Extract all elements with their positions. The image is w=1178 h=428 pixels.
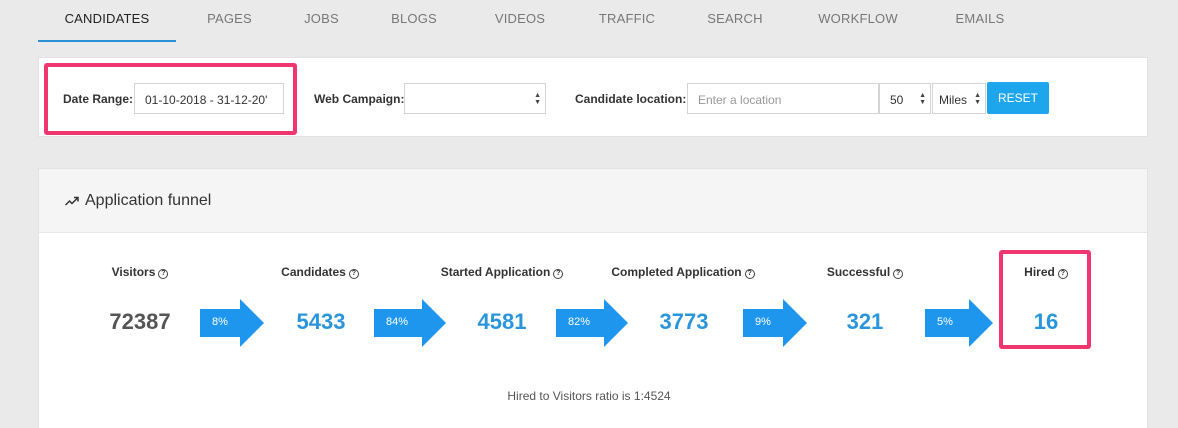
conversion-arrow: 8% <box>200 299 264 347</box>
arrow-right-icon <box>556 299 628 347</box>
conversion-arrow: 9% <box>743 299 807 347</box>
unit-value: Miles <box>939 93 968 107</box>
stage-value-completed-application: 3773 <box>659 309 709 334</box>
date-range-input[interactable]: 01-10-2018 - 31-12-20' <box>134 83 284 114</box>
stage-started-application: Started Application? <box>422 263 582 281</box>
top-nav-tabs: CANDIDATES PAGES JOBS BLOGS VIDEOS TRAFF… <box>38 0 1032 42</box>
conversion-arrow: 5% <box>925 299 993 347</box>
stage-candidates: Candidates? <box>240 263 400 281</box>
stage-label: Visitors <box>111 265 156 279</box>
tab-traffic[interactable]: TRAFFIC <box>572 0 682 42</box>
conversion-rate: 9% <box>755 316 771 328</box>
candidate-location-label: Candidate location: <box>575 92 687 106</box>
web-campaign-select[interactable]: ▲ ▼ <box>404 83 546 114</box>
select-arrows-icon: ▲ ▼ <box>919 92 926 106</box>
radius-value: 50 <box>890 93 904 107</box>
radius-select[interactable]: 50 ▲ ▼ <box>879 83 931 114</box>
date-range-label: Date Range: <box>63 92 134 106</box>
hired-visitors-ratio: Hired to Visitors ratio is 1:4524 <box>0 389 1178 403</box>
tab-jobs[interactable]: JOBS <box>283 0 360 42</box>
stage-label: Hired <box>1024 265 1055 279</box>
stage-label: Candidates <box>281 265 346 279</box>
ratio-text: Hired to Visitors ratio is <box>507 389 631 403</box>
panel-title: Application funnel <box>85 191 212 209</box>
tab-blogs[interactable]: BLOGS <box>360 0 468 42</box>
conversion-arrow: 84% <box>374 299 446 347</box>
help-icon[interactable]: ? <box>744 269 755 279</box>
help-icon[interactable]: ? <box>553 269 564 279</box>
conversion-rate: 5% <box>937 316 953 328</box>
help-icon[interactable]: ? <box>158 269 169 279</box>
help-icon[interactable]: ? <box>893 269 904 279</box>
trend-up-icon <box>65 196 79 206</box>
ratio-value: 1:4524 <box>633 389 671 403</box>
tab-emails[interactable]: EMAILS <box>928 0 1032 42</box>
tab-candidates[interactable]: CANDIDATES <box>38 0 176 42</box>
filter-bar: Date Range: 01-10-2018 - 31-12-20' Web C… <box>38 57 1148 137</box>
stage-value-successful: 321 <box>846 309 884 334</box>
arrow-right-icon <box>925 299 993 347</box>
stage-label: Started Application <box>440 265 551 279</box>
stage-label: Successful <box>826 265 891 279</box>
web-campaign-label: Web Campaign: <box>314 92 405 106</box>
arrow-right-icon <box>374 299 446 347</box>
reset-button[interactable]: RESET <box>987 82 1049 114</box>
unit-select[interactable]: Miles ▲ ▼ <box>932 83 986 114</box>
stage-value-visitors: 72387 <box>109 309 171 334</box>
conversion-arrow: 82% <box>556 299 628 347</box>
tab-workflow[interactable]: WORKFLOW <box>788 0 928 42</box>
select-arrows-icon: ▲ ▼ <box>974 92 981 106</box>
location-input[interactable]: Enter a location <box>687 83 879 114</box>
stage-label: Completed Application <box>611 265 742 279</box>
select-arrows-icon: ▲ ▼ <box>534 92 541 106</box>
arrow-right-icon <box>200 299 264 347</box>
stage-successful: Successful? <box>785 263 945 281</box>
arrow-right-icon <box>743 299 807 347</box>
tab-pages[interactable]: PAGES <box>176 0 283 42</box>
conversion-rate: 82% <box>568 316 591 328</box>
help-icon[interactable]: ? <box>1057 269 1068 279</box>
stage-hired: Hired? <box>966 263 1126 281</box>
tab-videos[interactable]: VIDEOS <box>468 0 572 42</box>
conversion-rate: 84% <box>386 316 409 328</box>
stage-visitors: Visitors? <box>60 263 220 281</box>
panel-header: Application funnel <box>39 169 1147 233</box>
stage-completed-application: Completed Application? <box>603 263 763 281</box>
tab-search[interactable]: SEARCH <box>682 0 788 42</box>
help-icon[interactable]: ? <box>348 269 359 279</box>
conversion-rate: 8% <box>212 316 228 328</box>
